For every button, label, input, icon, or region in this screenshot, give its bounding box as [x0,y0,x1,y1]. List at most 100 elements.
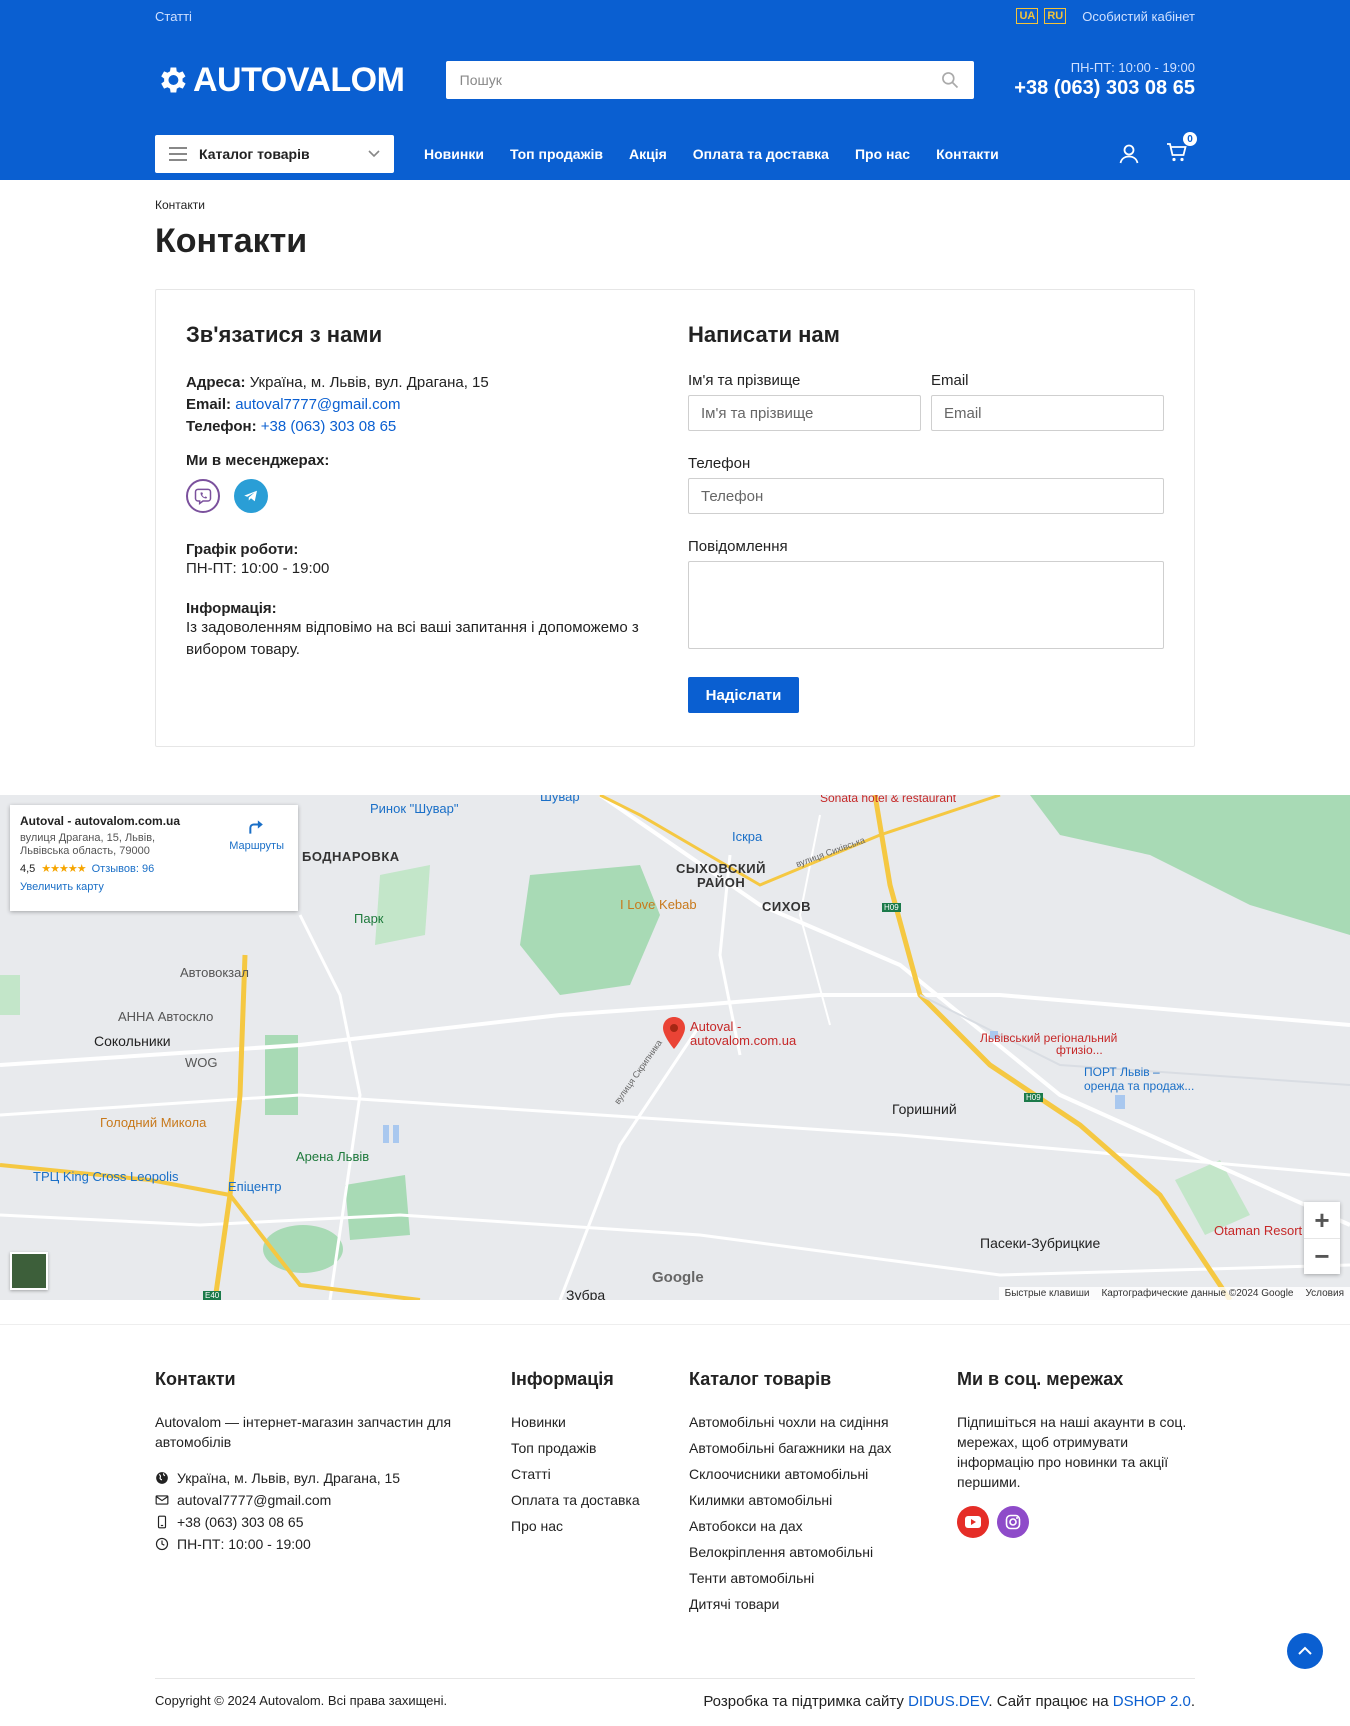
search-icon[interactable] [940,70,960,90]
gear-icon [161,67,186,93]
phone-link[interactable]: +38 (063) 303 08 65 [261,418,397,435]
top-bar: Статті UA RU Особистий кабінет [155,0,1195,32]
nav-promo[interactable]: Акція [629,146,667,162]
location-pin[interactable] [662,1017,686,1053]
map-label-iskra: Іскра [732,829,763,844]
user-icon[interactable] [1117,142,1141,166]
scroll-top-button[interactable] [1287,1633,1323,1669]
footer-info-link-top[interactable]: Топ продажів [511,1440,596,1456]
phone-field-label: Телефон [688,455,751,472]
email-link[interactable]: autoval7777@gmail.com [235,396,400,413]
footer-about-2: автомобілів [155,1434,232,1450]
name-field: Ім'я та прізвище [688,372,921,431]
email-field-label: Email [931,372,969,389]
footer-catalog-link[interactable]: Велокріплення автомобільні [689,1544,873,1560]
phone-field: Телефон [688,455,1164,514]
contact-heading: Зв'язатися з нами [186,322,383,347]
footer-social-text-2: мережах, щоб отримувати [957,1434,1129,1450]
footer-catalog-link[interactable]: Тенти автомобільні [689,1570,814,1586]
footer-catalog-link[interactable]: Автобокси на дах [689,1518,803,1534]
nav-about[interactable]: Про нас [855,146,910,162]
telegram-icon[interactable] [234,479,268,513]
map-label-sykhiv: СИХОВ [762,899,812,914]
didus-link[interactable]: DIDUS.DEV [908,1693,988,1710]
map-label-e40: E40 [203,1291,222,1300]
footer-contacts-heading: Контакти [155,1369,236,1389]
cabinet-link[interactable]: Особистий кабінет [1082,9,1195,24]
footer-social-text-1: Підпишіться на наші акаунти в соц. [957,1414,1187,1430]
content: Контакти Контакти Зв'язатися з нами Адре… [155,198,1195,747]
nav-payment-delivery[interactable]: Оплата та доставка [693,146,829,162]
submit-button[interactable]: Надіслати [688,677,799,713]
map-zoom-control: + − [1304,1202,1340,1274]
google-logo: Google [652,1269,704,1286]
nav-contacts[interactable]: Контакти [936,146,999,162]
map-route-button[interactable]: Маршруты [229,817,284,852]
message-textarea[interactable] [688,561,1164,649]
satellite-toggle[interactable] [10,1252,48,1290]
map-label-port-2: оренда та продаж... [1084,1079,1195,1093]
footer-catalog-link[interactable]: Автомобільні чохли на сидіння [689,1414,889,1430]
footer-catalog-link[interactable]: Дитячі товари [689,1596,779,1612]
pin-label-1: Autoval - [690,1019,742,1034]
youtube-icon[interactable] [957,1506,989,1538]
main-bar: AUTOVALOM ПН-ПТ: 10:00 - 19:00 +38 (063)… [155,32,1195,128]
dshop-link[interactable]: DSHOP 2.0 [1113,1693,1191,1710]
map[interactable]: Ринок "Шувар" Шувар Sonata hotel & resta… [0,795,1350,1300]
footer-email: autoval7777@gmail.com [155,1492,511,1508]
viber-icon[interactable] [186,479,220,513]
map-enlarge-link[interactable]: Увеличить карту [20,881,288,893]
cart-button[interactable]: 0 [1165,132,1197,168]
lang-ru-button[interactable]: RU [1044,8,1067,24]
footer-catalog: Каталог товарів Автомобільні чохли на си… [689,1369,957,1620]
map-label-epicentr: Епіцентр [228,1179,282,1194]
phone-input[interactable] [688,478,1164,514]
footer-catalog-link[interactable]: Автомобільні багажники на дах [689,1440,891,1456]
map-card-rating: 4,5 [20,862,36,875]
zoom-out-button[interactable]: − [1304,1238,1340,1274]
zoom-in-button[interactable]: + [1304,1202,1340,1238]
form-heading: Написати нам [688,322,840,347]
email-input[interactable] [931,395,1164,431]
map-label-shuvar-2: Шувар [540,795,580,804]
map-info-card: Autoval - autovalom.com.ua вулиця Драган… [10,805,298,911]
footer-info-link-articles[interactable]: Статті [511,1466,551,1482]
logo[interactable]: AUTOVALOM [155,61,405,100]
map-card-reviews-link[interactable]: Отзывов: 96 [92,863,155,875]
messengers-label: Ми в месенджерах: [186,452,330,469]
main-nav: Новинки Топ продажів Акція Оплата та дос… [424,146,999,162]
footer-address-text: Україна, м. Львів, вул. Драгана, 15 [177,1470,401,1486]
nav-top-sales[interactable]: Топ продажів [510,146,603,162]
dev-suffix: . [1190,1693,1195,1710]
footer-phone: +38 (063) 303 08 65 [155,1514,511,1530]
map-label-avtovokzal: Автовокзал [180,965,249,980]
footer-address: Україна, м. Львів, вул. Драгана, 15 [155,1470,511,1486]
site-header: Статті UA RU Особистий кабінет AUTOVALOM… [0,0,1350,180]
footer-info-link-about[interactable]: Про нас [511,1518,563,1534]
nav-new[interactable]: Новинки [424,146,484,162]
footer-catalog-link[interactable]: Склоочисники автомобільні [689,1466,868,1482]
footer-email-link[interactable]: autoval7777@gmail.com [177,1492,331,1508]
map-keyboard-shortcuts[interactable]: Быстрые клавиши [1005,1288,1090,1299]
name-label: Ім'я та прізвище [688,372,801,389]
lang-ua-button[interactable]: UA [1016,8,1039,24]
footer-info-link-payment[interactable]: Оплата та доставка [511,1492,640,1508]
map-terms[interactable]: Условия [1305,1288,1344,1299]
instagram-icon[interactable] [997,1506,1029,1538]
email-label: Email: [186,396,232,413]
catalog-dropdown[interactable]: Каталог товарів [155,135,394,173]
map-label-sykhiv-district-2: РАЙОН [697,875,746,890]
copyright: Copyright © 2024 Autovalom. Всі права за… [155,1693,448,1708]
header-hours: ПН-ПТ: 10:00 - 19:00 [1070,60,1195,75]
header-contact: ПН-ПТ: 10:00 - 19:00 +38 (063) 303 08 65 [1014,60,1195,100]
map-label-bodnarovka: БОДНАРОВКА [302,849,400,864]
phone-line: Телефон: +38 (063) 303 08 65 [186,416,688,438]
footer-catalog-link[interactable]: Килимки автомобільні [689,1492,832,1508]
header-phone[interactable]: +38 (063) 303 08 65 [1014,77,1195,100]
address-line: Адреса: Україна, м. Львів, вул. Драгана,… [186,372,688,394]
footer-info-link-new[interactable]: Новинки [511,1414,566,1430]
search-input[interactable] [459,72,940,88]
name-input[interactable] [688,395,921,431]
top-link-articles[interactable]: Статті [155,9,192,24]
footer-phone-link[interactable]: +38 (063) 303 08 65 [177,1514,304,1530]
